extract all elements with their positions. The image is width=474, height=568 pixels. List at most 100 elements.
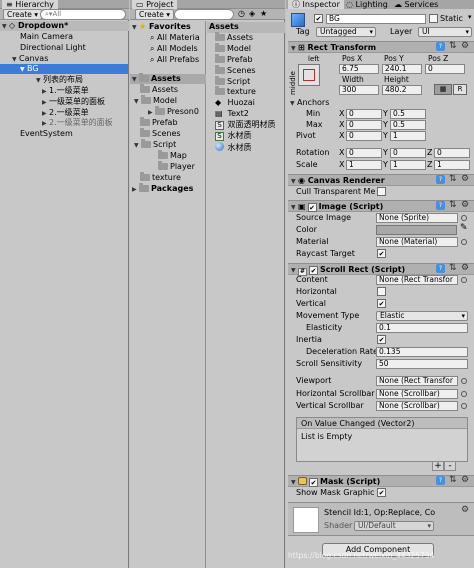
hierarchy-item-list-layout[interactable]: ▼ 列表的布局 <box>36 75 83 85</box>
gear-icon[interactable]: ⚙ <box>461 475 469 485</box>
hierarchy-item-bg[interactable]: ▼ BG <box>0 64 128 74</box>
canvas-renderer-header[interactable]: ▼ ◉ Canvas Renderer <box>288 174 474 186</box>
asset-shader-transparent[interactable]: S 双面透明材质 <box>215 120 276 130</box>
settings-slider-icon[interactable]: ⇅ <box>449 475 457 485</box>
horizontal-checkbox[interactable] <box>377 287 386 296</box>
chevron-right-icon[interactable]: ▶ <box>42 119 49 129</box>
object-picker-icon[interactable] <box>461 403 467 409</box>
vertical-checkbox[interactable] <box>377 299 386 308</box>
chevron-down-icon[interactable]: ▼ <box>291 202 298 213</box>
color-swatch[interactable] <box>376 225 457 235</box>
gear-icon[interactable]: ⚙ <box>461 174 469 184</box>
mask-header[interactable]: ▼Mask (Script) <box>288 475 474 487</box>
viewport-field[interactable]: None (Rect Transfor <box>376 376 458 386</box>
width-field[interactable]: 300 <box>339 85 379 95</box>
image-enabled-checkbox[interactable] <box>307 203 317 212</box>
anchors-foldout[interactable]: ▼ Anchors <box>290 98 329 109</box>
anchor-presets-button[interactable] <box>298 64 320 86</box>
help-book-icon[interactable]: ? <box>436 476 445 485</box>
eyedropper-icon[interactable]: ✎ <box>460 224 468 233</box>
scale-z-field[interactable]: 1 <box>434 160 470 170</box>
object-picker-icon[interactable] <box>461 215 467 221</box>
hierarchy-item-main-camera[interactable]: Main Camera <box>20 32 73 42</box>
tree-folder-scenes[interactable]: Scenes <box>140 128 181 139</box>
horizontal-scrollbar-field[interactable]: None (Scrollbar) <box>376 389 458 399</box>
tree-folder-model[interactable]: ▼ Model <box>134 95 177 106</box>
chevron-right-icon[interactable]: ▶ <box>42 98 49 108</box>
chevron-down-icon[interactable]: ▼ <box>291 176 298 187</box>
scroll-rect-header[interactable]: ▼#Scroll Rect (Script) <box>288 263 474 276</box>
static-checkbox[interactable] <box>429 14 438 23</box>
gear-icon[interactable]: ⚙ <box>461 200 469 210</box>
image-component-header[interactable]: ▼▣Image (Script) <box>288 200 474 212</box>
pos-z-field[interactable]: 0 <box>425 64 465 74</box>
project-search-input[interactable] <box>174 9 234 20</box>
raw-edit-button[interactable]: R <box>453 84 467 95</box>
source-image-field[interactable]: None (Sprite) <box>376 213 458 223</box>
shader-dropdown[interactable]: UI/Default <box>354 521 434 531</box>
anchor-min-x-field[interactable]: 0 <box>346 109 382 119</box>
event-add-button[interactable]: + <box>432 462 444 471</box>
static-dropdown-arrow-icon[interactable]: ▾ <box>468 14 472 21</box>
anchor-max-y-field[interactable]: 0.5 <box>390 120 426 130</box>
anchor-min-y-field[interactable]: 0.5 <box>390 109 426 119</box>
settings-slider-icon[interactable]: ⇅ <box>449 200 457 210</box>
movement-type-dropdown[interactable]: Elastic <box>376 311 468 321</box>
scene-row[interactable]: ▼ ◇ Dropdown* <box>0 21 129 31</box>
assets-header[interactable]: ▼ Assets <box>130 73 206 85</box>
tree-folder-preson[interactable]: ▶ Preson0 <box>148 106 199 118</box>
chevron-down-icon[interactable]: ▼ <box>36 76 43 86</box>
scale-y-field[interactable]: 1 <box>390 160 426 170</box>
asset-folder-script[interactable]: Script <box>215 76 250 87</box>
object-picker-icon[interactable] <box>461 378 467 384</box>
tree-folder-prefab[interactable]: Prefab <box>140 117 178 128</box>
tag-dropdown[interactable]: Untagged <box>316 27 376 37</box>
rotation-x-field[interactable]: 0 <box>346 148 382 158</box>
mask-enabled-checkbox[interactable] <box>309 478 318 487</box>
scroll-sensitivity-field[interactable]: 50 <box>376 359 468 369</box>
material-field[interactable]: None (Material) <box>376 237 458 247</box>
pos-x-field[interactable]: 6.75 <box>339 64 379 74</box>
elasticity-field[interactable]: 0.1 <box>376 323 468 333</box>
anchor-max-x-field[interactable]: 0 <box>346 120 382 130</box>
scroll-rect-enabled-checkbox[interactable] <box>309 266 318 275</box>
pivot-y-field[interactable]: 1 <box>390 131 426 141</box>
chevron-right-icon[interactable]: ▶ <box>148 108 155 118</box>
object-name-field[interactable]: BG <box>326 14 426 24</box>
raycast-target-checkbox[interactable] <box>377 249 386 258</box>
tab-hierarchy[interactable]: ≡ Hierarchy <box>2 0 58 9</box>
settings-slider-icon[interactable]: ⇅ <box>449 174 457 184</box>
hierarchy-item-menu1[interactable]: ▶ 1.一级菜单 <box>42 86 89 96</box>
show-mask-graphic-checkbox[interactable] <box>377 488 386 497</box>
tree-folder-player[interactable]: Player <box>158 161 195 172</box>
tab-project[interactable]: ▭ Project <box>132 0 178 9</box>
object-picker-icon[interactable] <box>461 239 467 245</box>
tab-lighting[interactable]: ◌ Lighting <box>342 0 392 9</box>
favorites-item[interactable]: ⌕ All Prefabs <box>150 55 199 65</box>
help-book-icon[interactable]: ? <box>436 201 445 210</box>
help-book-icon[interactable]: ? <box>436 175 445 184</box>
pivot-x-field[interactable]: 0 <box>346 131 382 141</box>
inertia-checkbox[interactable] <box>377 335 386 344</box>
asset-shader-water[interactable]: S 水材质 <box>215 131 252 141</box>
favorites-item[interactable]: ⌕ All Materia <box>150 33 200 43</box>
height-field[interactable]: 480.2 <box>382 85 422 95</box>
gear-icon[interactable]: ⚙ <box>461 41 469 51</box>
asset-folder-texture[interactable]: texture <box>215 86 256 97</box>
hierarchy-item-eventsystem[interactable]: EventSystem <box>20 129 73 139</box>
asset-folder-prefab[interactable]: Prefab <box>215 54 253 65</box>
hierarchy-item-menu1-panel[interactable]: ▶ 一级菜单的面板 <box>42 97 105 107</box>
help-book-icon[interactable]: ? <box>436 264 445 273</box>
hierarchy-item-menu2[interactable]: ▶ 2.一级菜单 <box>42 108 89 118</box>
tree-folder-assets[interactable]: Assets <box>140 84 178 95</box>
hierarchy-item-canvas[interactable]: ▼ Canvas <box>12 54 48 64</box>
blueprint-mode-button[interactable]: ▦ <box>434 84 452 95</box>
tab-services[interactable]: ☁ Services <box>390 0 442 9</box>
chevron-down-icon[interactable]: ▼ <box>132 75 139 85</box>
hierarchy-search-input[interactable]: ⌕▾All <box>40 9 126 20</box>
label-filter-icon[interactable]: ◈ <box>249 10 255 18</box>
chevron-down-icon[interactable]: ▼ <box>2 22 9 32</box>
favorites-header[interactable]: ▼ ★ Favorites <box>132 22 191 32</box>
favorites-item[interactable]: ⌕ All Models <box>150 44 198 54</box>
asset-folder-assets[interactable]: Assets <box>215 32 253 43</box>
